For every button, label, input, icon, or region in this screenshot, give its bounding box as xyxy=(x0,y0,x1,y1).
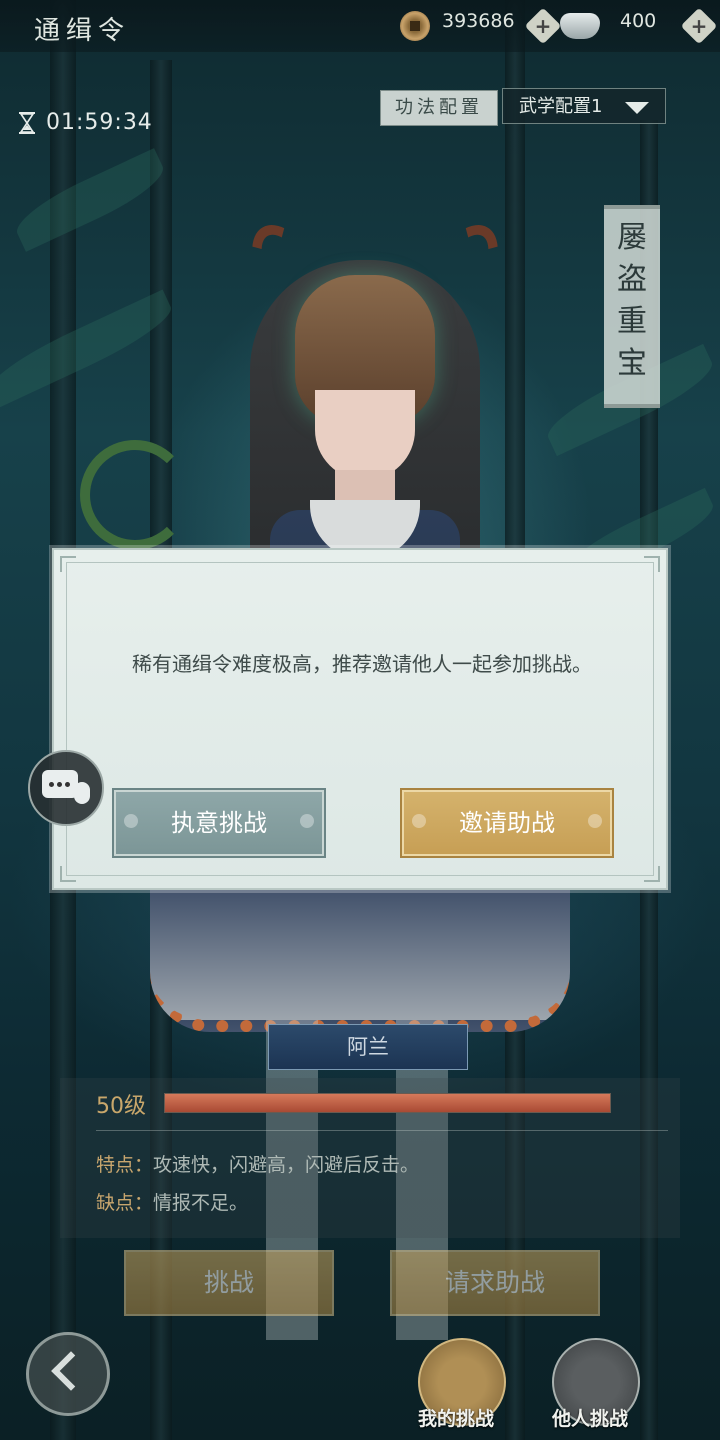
vertical-title-banner: 屡盗重宝 xyxy=(604,205,660,408)
back-arrow-icon xyxy=(51,1351,91,1391)
flower-ornament-icon xyxy=(300,814,314,828)
chat-button[interactable] xyxy=(28,750,104,826)
character-skirt xyxy=(150,880,570,1032)
page-title: 通缉令 xyxy=(34,16,131,46)
insist-challenge-button[interactable]: 执意挑战 xyxy=(114,790,324,856)
character-name-plate: 阿兰 xyxy=(268,1024,468,1070)
weakness-row: 缺点：情报不足。 xyxy=(96,1188,248,1215)
plus-icon: + xyxy=(690,14,708,38)
ingot-count: 400 xyxy=(620,10,657,32)
health-bar-fill xyxy=(165,1094,610,1112)
tab-my-challenges[interactable]: 我的挑战 xyxy=(418,1404,494,1431)
invite-help-label: 邀请助战 xyxy=(459,809,555,837)
banner-text: 屡盗重宝 xyxy=(617,220,647,381)
countdown-timer: 01:59:34 xyxy=(46,110,153,135)
weakness-label: 缺点： xyxy=(96,1192,154,1214)
back-button[interactable] xyxy=(26,1332,110,1416)
health-bar xyxy=(164,1093,611,1113)
weakness-text: 情报不足。 xyxy=(153,1192,249,1214)
silver-ingot-icon xyxy=(560,13,600,39)
top-bar: 通缉令 393686 + 400 + xyxy=(0,0,720,52)
flower-ornament-icon xyxy=(588,814,602,828)
flower-ornament-icon xyxy=(124,814,138,828)
recommendation-dialog: 稀有通缉令难度极高，推荐邀请他人一起参加挑战。 执意挑战 邀请助战 xyxy=(52,548,668,890)
gongfa-config-button[interactable]: 功法配置 xyxy=(380,90,498,126)
insist-challenge-label: 执意挑战 xyxy=(171,809,267,837)
character-level: 50级 xyxy=(96,1094,146,1119)
gourd-icon xyxy=(74,782,90,804)
invite-help-button[interactable]: 邀请助战 xyxy=(402,790,612,856)
request-help-button[interactable]: 请求助战 xyxy=(390,1250,600,1316)
divider xyxy=(96,1130,668,1131)
bamboo-leaf xyxy=(9,148,171,252)
dialog-corner xyxy=(60,866,76,882)
snake xyxy=(80,440,190,550)
flower-ornament-icon xyxy=(412,814,426,828)
add-coins-button[interactable]: + xyxy=(524,7,562,45)
tab-others-challenges[interactable]: 他人挑战 xyxy=(552,1404,628,1431)
plus-icon: + xyxy=(534,14,552,38)
wuxue-select-value: 武学配置1 xyxy=(519,96,603,117)
dialog-message: 稀有通缉令难度极高，推荐邀请他人一起参加挑战。 xyxy=(132,652,592,676)
coin-icon xyxy=(400,11,430,41)
chevron-down-icon xyxy=(625,102,649,114)
add-ingots-button[interactable]: + xyxy=(680,7,718,45)
trait-label: 特点： xyxy=(96,1154,154,1176)
dialog-corner xyxy=(644,556,660,572)
challenge-button[interactable]: 挑战 xyxy=(124,1250,334,1316)
dialog-corner xyxy=(60,556,76,572)
hourglass-icon xyxy=(19,112,35,134)
wuxue-config-select[interactable]: 武学配置1 xyxy=(502,88,666,124)
trait-text: 攻速快，闪避高，闪避后反击。 xyxy=(153,1154,420,1176)
trait-row: 特点：攻速快，闪避高，闪避后反击。 xyxy=(96,1150,419,1177)
coin-count: 393686 xyxy=(442,10,515,32)
dialog-corner xyxy=(644,866,660,882)
chat-bubble-icon xyxy=(42,770,78,798)
